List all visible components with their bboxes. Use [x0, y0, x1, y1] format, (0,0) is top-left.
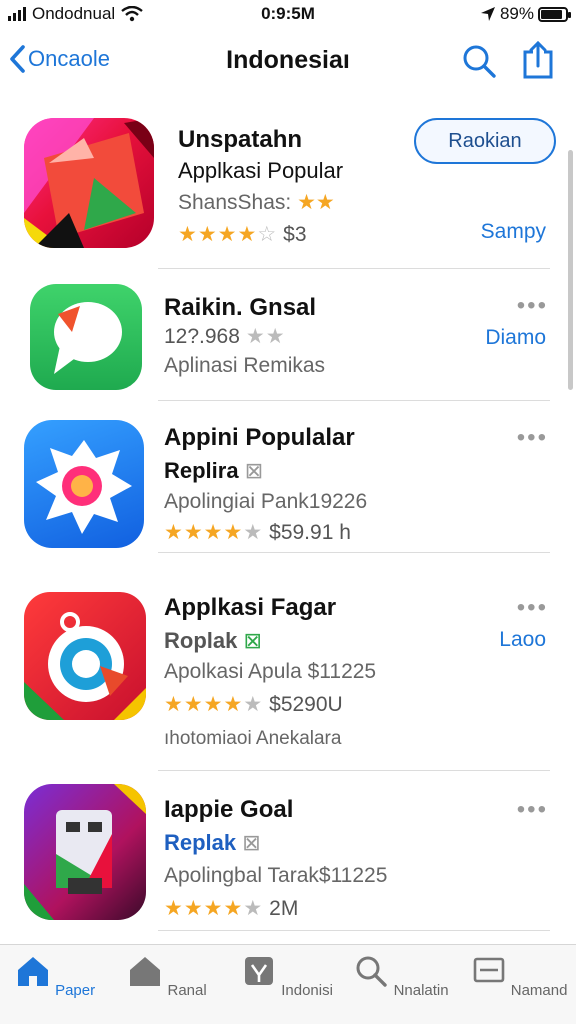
list-item[interactable]: Unspatahn Applkasi Popular ShansShas: ★★… — [0, 0, 576, 270]
item-action-link[interactable]: Diamo — [485, 326, 546, 350]
app-icon — [24, 784, 146, 920]
app-icon — [24, 118, 154, 248]
list-item[interactable]: Iappie Goal Replak ⊠ Apolingbal Tarak$11… — [0, 770, 576, 942]
app-subtitle: Applkasi Popular — [178, 158, 344, 183]
tab-label: Indonisi — [281, 982, 333, 999]
rating: 12?.968 ★★ — [164, 324, 286, 349]
tab-ranal[interactable]: Ranal — [112, 953, 222, 999]
more-options-icon[interactable]: ••• — [517, 424, 548, 452]
app-meta: ShansShas: ★★ — [178, 191, 335, 214]
tab-label: Paper — [55, 982, 96, 999]
app-title: Appini Populalar — [164, 424, 355, 451]
app-price: 2M — [269, 896, 299, 920]
star-rating-icon: ★★★★★ — [164, 521, 264, 544]
app-icon — [30, 284, 142, 390]
tab-indonisi[interactable]: Indonisi — [232, 953, 342, 999]
rating: ★★★★★ 2M — [164, 896, 298, 921]
app-meta: Apolingiai Pank19226 — [164, 490, 368, 513]
app-subtitle: Replira ⊠ — [164, 458, 264, 483]
tab-nnalatin[interactable]: Nnalatin — [346, 953, 456, 999]
app-price: $59.91 h — [269, 520, 351, 544]
app-price: $5290U — [269, 692, 343, 716]
get-button[interactable]: Raokian — [414, 118, 556, 164]
app-meta: Apolkasi Apula $11225 — [164, 660, 377, 683]
more-options-icon[interactable]: ••• — [517, 796, 548, 824]
more-options-icon[interactable]: ••• — [517, 292, 548, 320]
apps-icon — [245, 957, 274, 985]
tab-paper[interactable]: Paper — [0, 953, 110, 999]
house-icon — [130, 957, 161, 986]
tab-label: Namand — [510, 982, 568, 999]
star-rating-icon: ★★ — [245, 325, 286, 348]
app-icon — [24, 420, 144, 548]
star-rating-icon: ★★★★★ — [164, 897, 264, 920]
divider — [158, 268, 550, 269]
app-title: Raikin. Gnsal — [164, 294, 317, 321]
item-action-link[interactable]: Laoo — [499, 628, 546, 652]
app-meta: Apolingbal Tarak$11225 — [164, 864, 388, 887]
star-rating-icon: ★★★★☆ — [178, 223, 278, 246]
app-price: $3 — [283, 222, 307, 246]
app-meta: 12?.968 — [164, 324, 240, 348]
home-icon — [17, 957, 48, 986]
item-action-link[interactable]: Sampy — [481, 220, 546, 244]
tab-bar: Paper Ranal Indonisi Nnalatin Namand — [0, 944, 576, 1024]
divider — [158, 930, 550, 931]
list-item[interactable]: Appini Populalar Replira ⊠ Apolingiai Pa… — [0, 400, 576, 570]
app-subtitle: Replak ⊠ — [164, 830, 261, 855]
rating: ★★★★★ $5290U — [164, 692, 343, 717]
app-developer: ıhotomiaoi Anekalara — [164, 728, 342, 749]
tab-label: Ranal — [167, 982, 207, 999]
app-title: Iappie Goal — [164, 796, 294, 823]
tab-label: Nnalatin — [393, 982, 449, 999]
app-subtitle: Roplak ⊠ — [164, 628, 262, 653]
list-item[interactable]: Raikin. Gnsal 12?.968 ★★ Aplinasi Remika… — [0, 270, 576, 401]
updates-icon — [473, 957, 504, 983]
app-icon — [24, 592, 146, 720]
tab-namand[interactable]: Namand — [464, 953, 574, 999]
divider — [158, 552, 550, 553]
rating: ★★★★★ $59.91 h — [164, 520, 351, 545]
app-title: Applkasi Fagar — [164, 594, 337, 621]
app-subtitle: Aplinasi Remikas — [164, 354, 326, 377]
list-item[interactable]: Applkasi Fagar Roplak ⊠ Apolkasi Apula $… — [0, 570, 576, 771]
star-rating-icon: ★★★★★ — [164, 693, 264, 716]
search-icon — [356, 956, 388, 987]
app-title: Unspatahn — [178, 126, 303, 153]
rating: ★★★★☆ $3 — [178, 222, 307, 247]
more-options-icon[interactable]: ••• — [517, 594, 548, 622]
